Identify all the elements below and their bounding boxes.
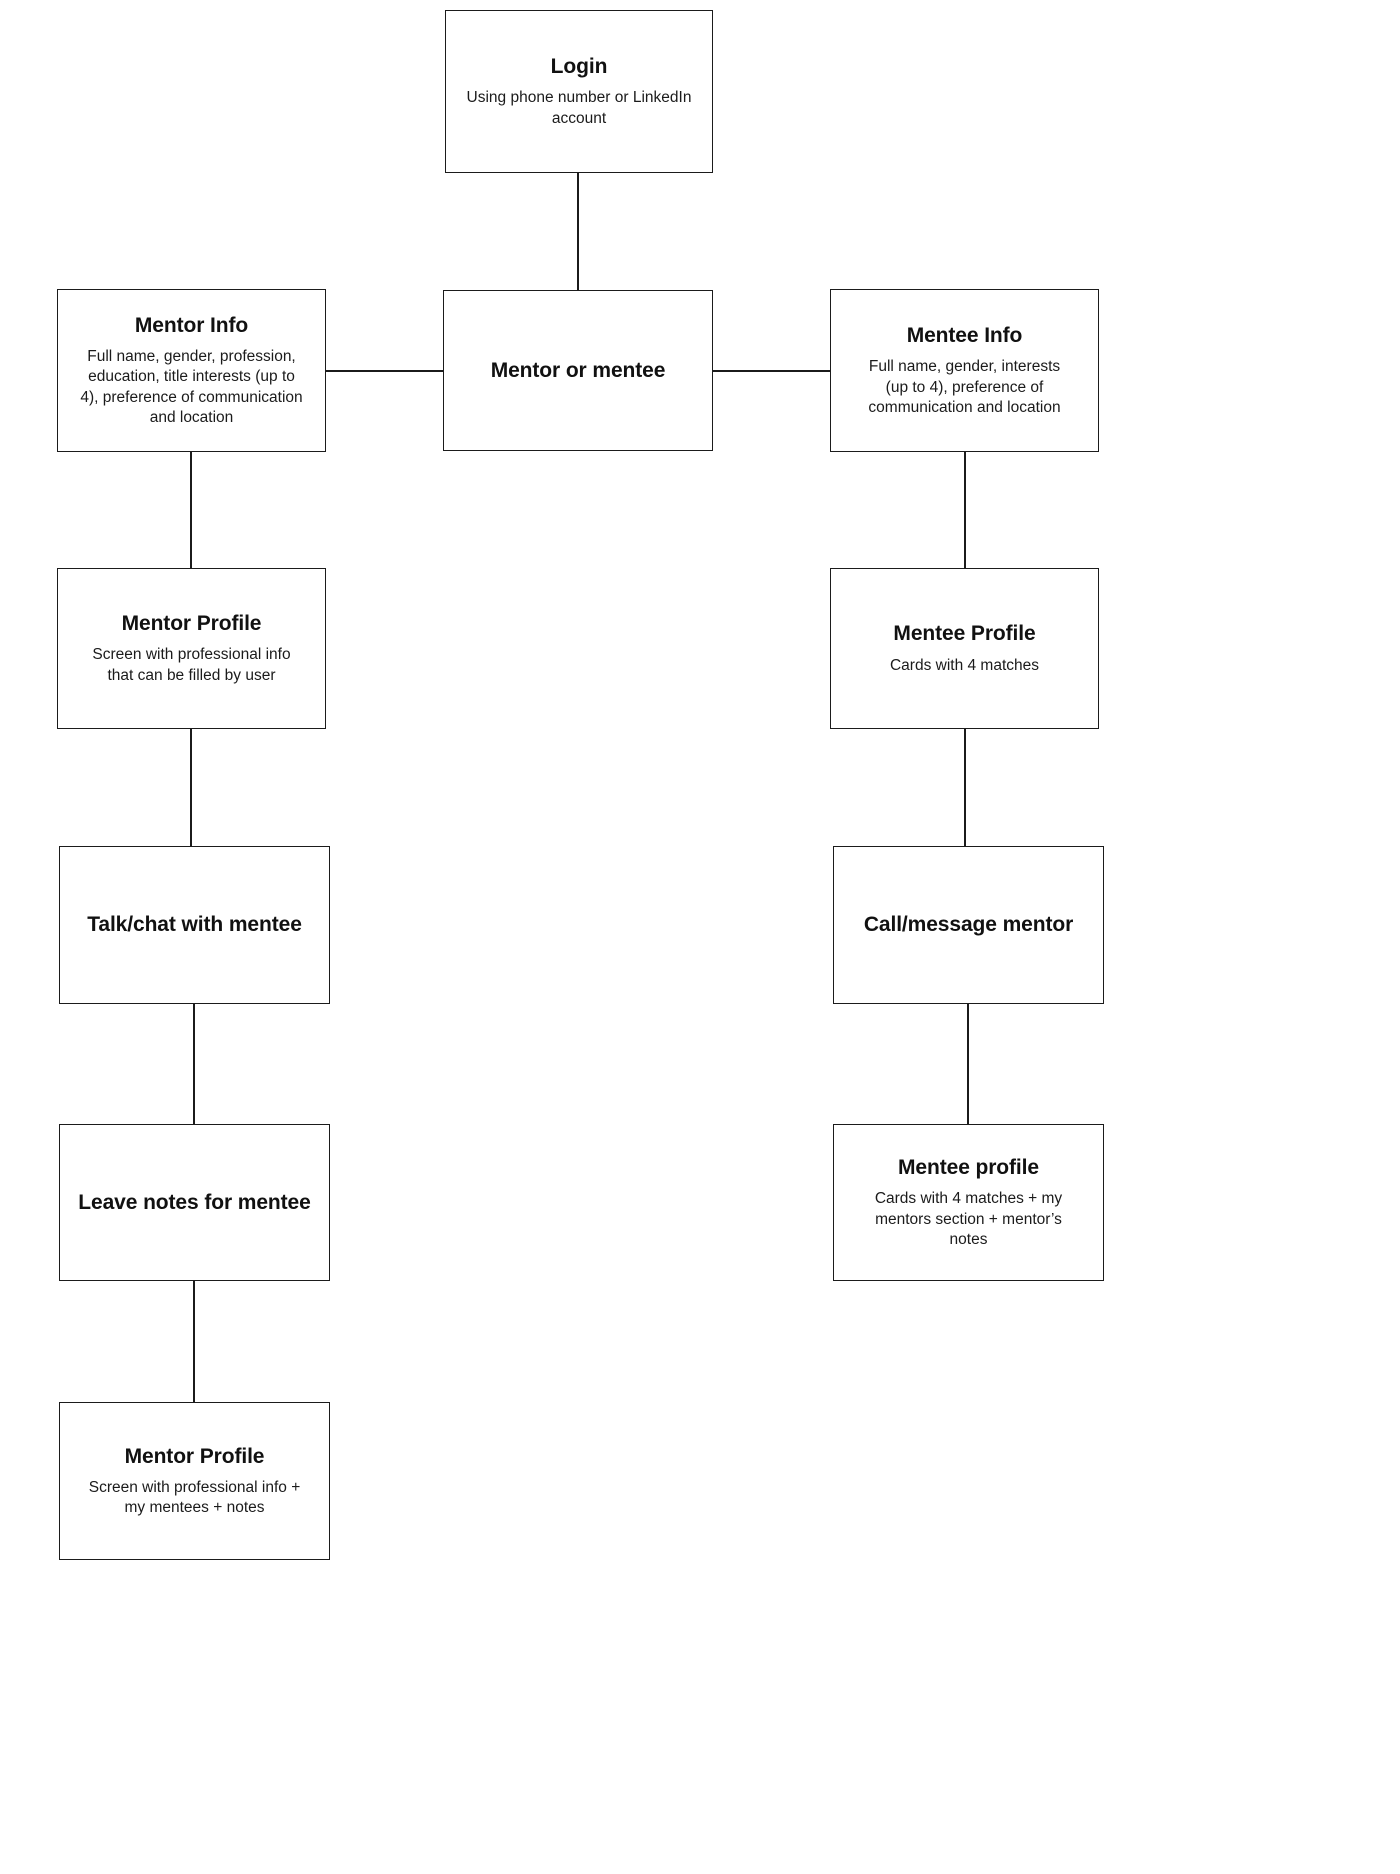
node-mentee-info-title: Mentee Info: [906, 324, 1023, 348]
node-mentor-info-description: Full name, gender, profession, education…: [80, 348, 303, 426]
node-leave-notes-for-mentee[interactable]: Leave notes for mentee: [59, 1124, 330, 1281]
node-mentee-info[interactable]: Mentee Info Full name, gender, interests…: [830, 289, 1099, 452]
edge-mentor-info-to-mentor-or-mentee: [325, 370, 444, 372]
node-mentor-profile-description: Screen with professional info that can b…: [92, 646, 291, 684]
node-login-description: Using phone number or LinkedIn account: [466, 89, 692, 127]
node-mentor-or-mentee-title: Mentor or mentee: [490, 358, 666, 382]
node-mentee-profile-expanded[interactable]: Mentee profile Cards with 4 matches + my…: [833, 1124, 1104, 1281]
node-talk-chat-with-mentee-title: Talk/chat with mentee: [87, 913, 302, 937]
flowchart-canvas: Login Using phone number or LinkedIn acc…: [0, 0, 1400, 1874]
node-leave-notes-for-mentee-title: Leave notes for mentee: [78, 1190, 311, 1214]
node-call-message-mentor[interactable]: Call/message mentor: [833, 846, 1104, 1004]
node-mentee-profile-title: Mentee Profile: [893, 622, 1036, 646]
edge-login-to-mentor-or-mentee: [577, 172, 579, 291]
node-login[interactable]: Login Using phone number or LinkedIn acc…: [445, 10, 713, 173]
edge-mentee-profile-to-call-message: [964, 728, 966, 847]
node-mentor-profile-title: Mentor Profile: [121, 612, 262, 636]
node-mentee-profile-expanded-title: Mentee profile: [898, 1156, 1039, 1180]
node-mentee-profile-description: Cards with 4 matches: [889, 656, 1040, 674]
node-call-message-mentor-title: Call/message mentor: [863, 913, 1074, 937]
node-mentor-profile[interactable]: Mentor Profile Screen with professional …: [57, 568, 326, 729]
node-mentee-info-description: Full name, gender, interests (up to 4), …: [868, 358, 1061, 416]
node-mentor-or-mentee[interactable]: Mentor or mentee: [443, 290, 713, 451]
node-mentor-profile-expanded[interactable]: Mentor Profile Screen with professional …: [59, 1402, 330, 1560]
node-talk-chat-with-mentee[interactable]: Talk/chat with mentee: [59, 846, 330, 1004]
edge-mentor-profile-to-talk-chat: [190, 728, 192, 847]
edge-mentor-or-mentee-to-mentee-info: [711, 370, 831, 372]
node-mentor-info-title: Mentor Info: [134, 314, 249, 338]
node-mentee-profile-expanded-description: Cards with 4 matches + my mentors sectio…: [874, 1190, 1063, 1248]
edge-mentor-info-to-mentor-profile: [190, 451, 192, 569]
edge-call-message-to-mentee-profile-expanded: [967, 1003, 969, 1125]
edge-leave-notes-to-mentor-profile-expanded: [193, 1280, 195, 1403]
node-mentor-profile-expanded-title: Mentor Profile: [124, 1444, 265, 1468]
node-mentor-info[interactable]: Mentor Info Full name, gender, professio…: [57, 289, 326, 452]
edge-talk-chat-to-leave-notes: [193, 1003, 195, 1125]
node-login-title: Login: [550, 55, 608, 79]
node-mentee-profile[interactable]: Mentee Profile Cards with 4 matches: [830, 568, 1099, 729]
node-mentor-profile-expanded-description: Screen with professional info + my mente…: [88, 1478, 301, 1517]
edge-mentee-info-to-mentee-profile: [964, 451, 966, 569]
